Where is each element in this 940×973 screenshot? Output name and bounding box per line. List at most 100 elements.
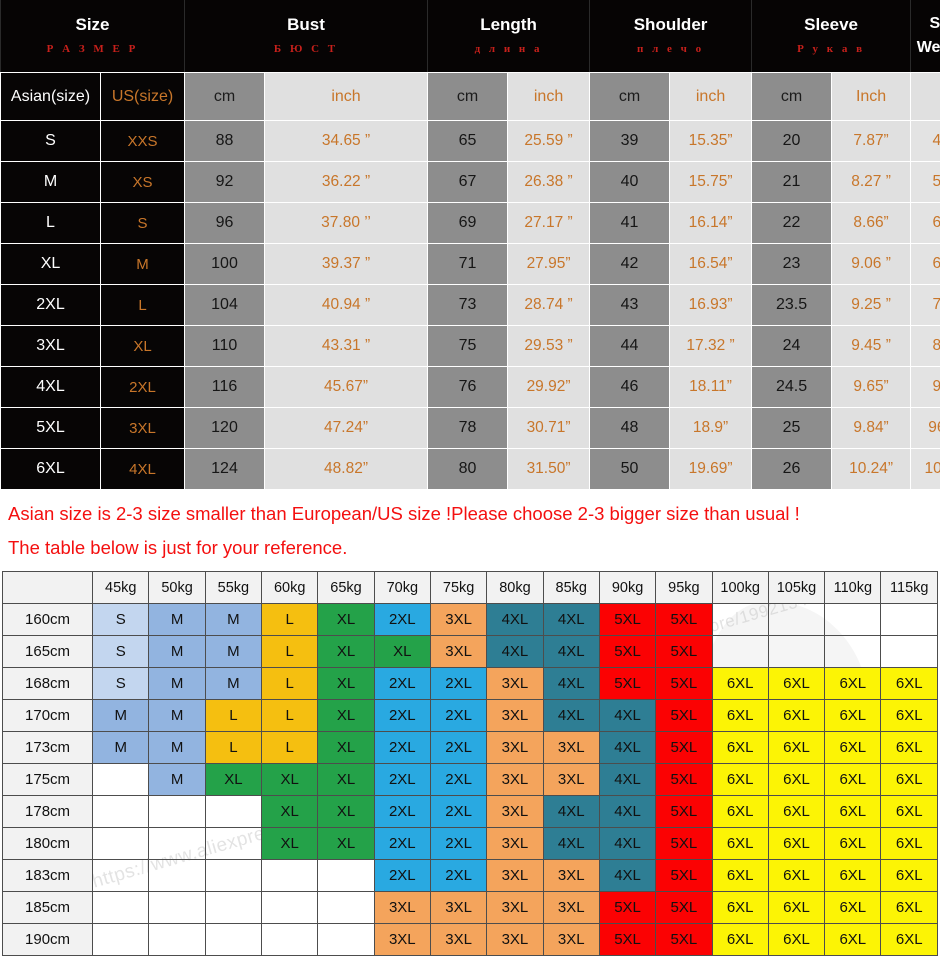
header-group-bust-ru: Б Ю С Т xyxy=(273,42,339,55)
fit-grid-cell-3xl: 3XL xyxy=(486,923,544,956)
fit-grid-cell-4xl: 4XL xyxy=(598,795,657,828)
subheader-shoulder-cm: cm xyxy=(589,72,671,121)
fit-grid-row: 170cm M M L L XL 2XL 2XL 3XL 4XL 4XL 5XL 6XL 6XL 6XL 6X… xyxy=(1,699,938,732)
fit-grid-height-header: 165cm xyxy=(1,635,94,668)
size-cell-len_in: 27.17 ” xyxy=(507,202,591,244)
fit-grid-cell-6xl: 6XL xyxy=(880,731,938,764)
size-cell-sl_in: 9.84” xyxy=(831,407,912,449)
fit-grid-cell-2xl: 2XL xyxy=(429,763,488,796)
size-cell-len_in: 25.59 ” xyxy=(507,120,591,162)
fit-grid-cell-3xl: 3XL xyxy=(542,763,600,796)
fit-grid-cell-6xl: 6XL xyxy=(824,667,882,700)
header-group-shoulder-ru: п л е ч о xyxy=(637,42,705,55)
fit-grid-cell-5xl: 5XL xyxy=(598,923,657,956)
fit-grid-cell-2xl: 2XL xyxy=(373,603,431,636)
fit-grid-cell-2xl: 2XL xyxy=(373,827,431,860)
size-cell-bust_in: 34.65 ” xyxy=(264,120,429,162)
fit-grid-cell-empty xyxy=(148,795,206,828)
size-cell-sl_in: 10.24” xyxy=(831,448,912,490)
fit-grid-cell-l: L xyxy=(261,667,319,700)
subheader-asian-size-label: Asian(size) xyxy=(10,87,91,105)
fit-grid-weight-header: 75kg xyxy=(429,571,488,604)
fit-grid-cell-xl: XL xyxy=(261,763,319,796)
fit-grid-weight-header: 110kg xyxy=(824,571,882,604)
fit-grid-cell-5xl: 5XL xyxy=(598,603,657,636)
fit-grid-cell-6xl: 6XL xyxy=(711,667,769,700)
size-cell-sh_cm: 43 xyxy=(589,284,671,326)
fit-grid-height-header: 173cm xyxy=(1,731,94,764)
table-row: LS9637.80 ’’6927.17 ”4116.14”228.66”60-6… xyxy=(0,202,940,244)
size-cell-us: 3XL xyxy=(99,407,186,449)
fit-grid-cell-empty xyxy=(711,635,769,668)
size-cell-us: S xyxy=(99,202,186,244)
size-cell-bust_cm: 124 xyxy=(184,448,266,490)
size-cell-sl_cm: 24.5 xyxy=(751,366,833,408)
fit-grid-cell-3xl: 3XL xyxy=(486,667,544,700)
fit-grid-cell-3xl: 3XL xyxy=(486,891,544,924)
size-cell-sl_cm: 26 xyxy=(751,448,833,490)
header-group-shoulder-en: Shoulder xyxy=(633,14,708,34)
size-cell-bust_cm: 100 xyxy=(184,243,266,285)
size-cell-sl_in: 9.25 ” xyxy=(831,284,912,326)
size-cell-asian: 5XL xyxy=(0,407,101,449)
fit-grid-cell-empty xyxy=(92,923,150,956)
size-cell-sh_in: 19.69” xyxy=(669,448,753,490)
fit-grid-cell-5xl: 5XL xyxy=(655,731,713,764)
fit-grid-cell-6xl: 6XL xyxy=(767,795,826,828)
fit-grid-cell-s: S xyxy=(92,635,150,668)
fit-grid-cell-s: S xyxy=(92,667,150,700)
fit-grid-cell-4xl: 4XL xyxy=(486,603,544,636)
fit-grid-cell-empty xyxy=(204,859,263,892)
fit-grid-cell-2xl: 2XL xyxy=(373,731,431,764)
fit-grid-cell-4xl: 4XL xyxy=(542,667,600,700)
fit-grid-weight-header: 105kg xyxy=(767,571,826,604)
fit-grid-cell-empty xyxy=(92,859,150,892)
fit-grid-cell-6xl: 6XL xyxy=(824,859,882,892)
table-row: 3XL XL 110 43.31 ” 75 29.53 ” 44 17.32 ” 24 9.45 … xyxy=(0,325,940,367)
size-cell-weight: 67-75kg xyxy=(910,243,940,285)
fit-grid-cell-6xl: 6XL xyxy=(767,667,826,700)
fit-grid-cell-4xl: 4XL xyxy=(598,731,657,764)
fit-grid-cell-6xl: 6XL xyxy=(824,891,882,924)
fit-grid-row: 185cm 3XL 3XL 3XL 3XL 5XL 5XL 6XL 6XL 6XL 6XL xyxy=(1,891,938,924)
size-cell-asian: XL xyxy=(0,243,101,285)
fit-grid-cell-empty xyxy=(148,859,206,892)
fit-grid-cell-6xl: 6XL xyxy=(711,891,769,924)
size-cell-us: L xyxy=(99,284,186,326)
fit-grid-cell-2xl: 2XL xyxy=(429,795,488,828)
fit-grid-cell-5xl: 5XL xyxy=(655,635,713,668)
fit-grid-weight-header: 70kg xyxy=(373,571,431,604)
fit-grid-height-header: 180cm xyxy=(1,827,94,860)
fit-grid-cell-6xl: 6XL xyxy=(767,923,826,956)
fit-grid-cell-5xl: 5XL xyxy=(655,923,713,956)
subheader-us-size-label: US(size) xyxy=(111,87,174,105)
size-cell-us: 2XL xyxy=(99,366,186,408)
fit-grid-height-header: 170cm xyxy=(1,699,94,732)
size-cell-sl_cm: 23.5 xyxy=(751,284,833,326)
header-group-sleeve: Sleeve Р у к а в xyxy=(751,0,912,73)
fit-grid-wrapper: 45kg 50kg 55kg 60kg 65kg 70kg 75kg 80kg 85kg 90kg… xyxy=(0,571,940,956)
size-cell-len_cm: 73 xyxy=(427,284,509,326)
fit-grid-cell-4xl: 4XL xyxy=(542,635,600,668)
fit-grid-weight-header: 45kg xyxy=(92,571,150,604)
fit-grid-cell-empty xyxy=(148,923,206,956)
size-cell-sh_cm: 41 xyxy=(589,202,671,244)
size-cell-len_cm: 80 xyxy=(427,448,509,490)
size-table-body: SXXS8834.65 ”6525.59 ”3915.35”207.87”40-… xyxy=(0,120,940,490)
fit-grid-cell-m: M xyxy=(148,667,206,700)
table-row: MXS9236.22 ”6726.38 ”4015.75”218.27 ”52-… xyxy=(0,161,940,203)
size-cell-weight: 40-52kg xyxy=(910,120,940,162)
size-cell-us: 4XL xyxy=(99,448,186,490)
fit-grid-cell-4xl: 4XL xyxy=(598,763,657,796)
fit-grid-cell-6xl: 6XL xyxy=(880,699,938,732)
size-cell-sl_in: 8.66” xyxy=(831,202,912,244)
size-cell-asian: 6XL xyxy=(0,448,101,490)
size-cell-len_cm: 71 xyxy=(427,243,509,285)
fit-grid-cell-2xl: 2XL xyxy=(373,859,431,892)
size-cell-len_in: 27.95” xyxy=(507,243,591,285)
fit-grid-cell-2xl: 2XL xyxy=(373,763,431,796)
fit-grid-height-header: 190cm xyxy=(1,923,94,956)
fit-grid-cell-4xl: 4XL xyxy=(486,635,544,668)
fit-grid-cell-6xl: 6XL xyxy=(880,795,938,828)
fit-grid-cell-5xl: 5XL xyxy=(655,795,713,828)
